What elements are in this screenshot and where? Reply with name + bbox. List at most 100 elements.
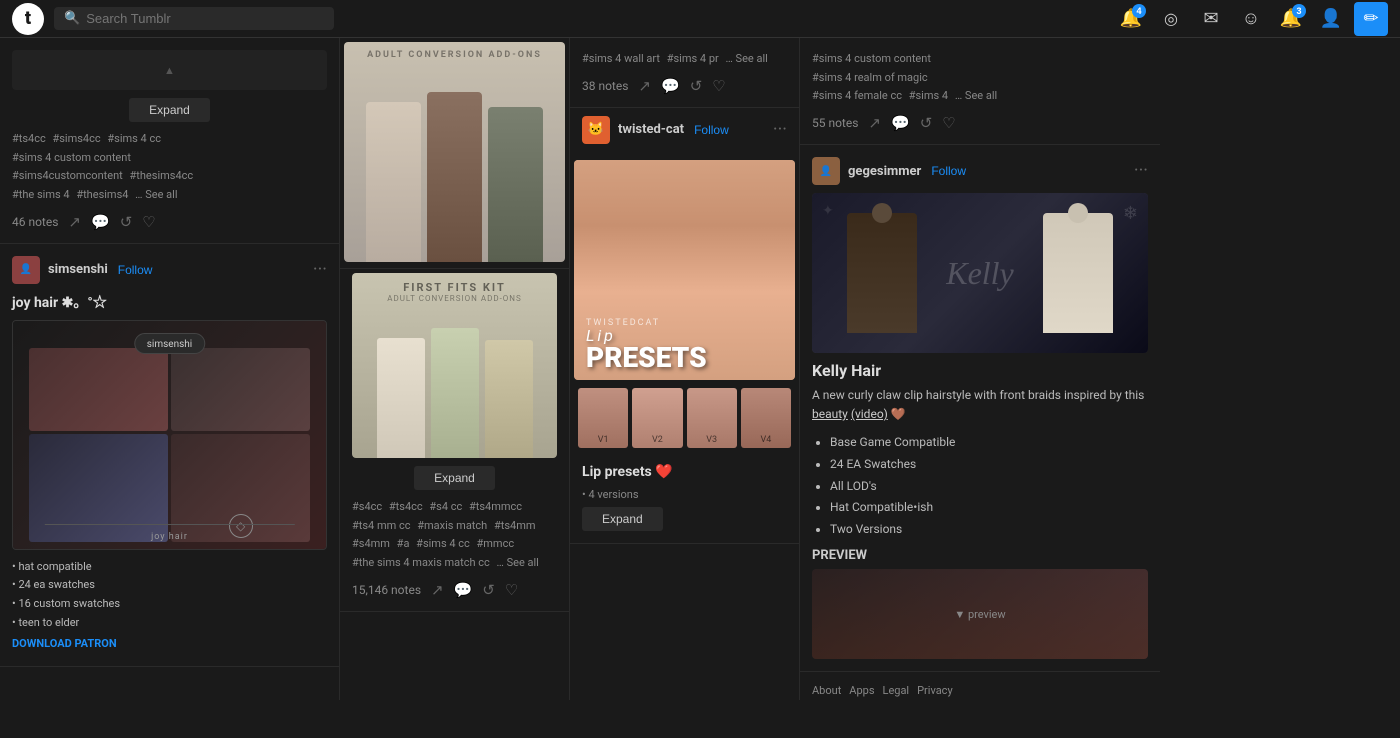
tag-ts4mmcc[interactable]: #ts4mmcc [469, 500, 522, 513]
share-icon-2[interactable]: ↗ [431, 581, 444, 599]
like-icon-2[interactable]: ♡ [505, 581, 518, 599]
apps-link[interactable]: Apps [849, 684, 874, 697]
joy-hair-info: • hat compatible • 24 ea swatches • 16 c… [12, 558, 327, 633]
preview-placeholder: ▼ preview [954, 608, 1005, 621]
twisted-cat-author[interactable]: twisted-cat [618, 122, 684, 137]
see-all-tags-1[interactable]: … See all [135, 188, 177, 201]
first-fits-label: FIRST FITS KIT ADULT CONVERSION ADD-ONS [352, 281, 557, 303]
video-link[interactable]: (video) [851, 407, 888, 421]
column-4: #sims 4 custom content #sims 4 realm of … [800, 38, 1160, 700]
tag-ts4cc[interactable]: #ts4cc [12, 132, 46, 145]
simsenshi-post: 👤 simsenshi Follow ··· joy hair ✱。°☆ sim… [0, 244, 339, 667]
tag-sims4cc[interactable]: #sims4cc [52, 132, 100, 145]
gegesimmer-post: 👤 gegesimmer Follow ··· Kelly [800, 145, 1160, 672]
notifications-badge: 4 [1132, 4, 1146, 18]
tag-wallart[interactable]: #sims 4 wall art [582, 52, 660, 65]
reblog-icon-col3[interactable]: ↺ [690, 77, 703, 95]
beauty-link[interactable]: beauty [812, 407, 848, 421]
tag-maxismatch[interactable]: #maxis match [417, 519, 487, 532]
tag-sims4pr[interactable]: #sims 4 pr [667, 52, 719, 65]
tag-a[interactable]: #a [397, 537, 410, 550]
radar-button[interactable]: ◎ [1154, 2, 1188, 36]
tag-sims4femalecc[interactable]: #sims 4 female cc [812, 89, 902, 102]
tag-ts4cc2[interactable]: #ts4cc [389, 500, 423, 513]
top-tags-text: #sims 4 wall art #sims 4 pr … See all [582, 50, 787, 69]
share-icon-col3[interactable]: ↗ [638, 77, 651, 95]
tag-ts4mmcc2[interactable]: #ts4 mm cc [352, 519, 411, 532]
notes-count-2: 15,146 notes [352, 583, 421, 597]
gegesimmer-follow[interactable]: Follow [931, 164, 966, 178]
comment-icon-col3[interactable]: 💬 [661, 77, 680, 95]
expand-button-3[interactable]: Expand [582, 507, 663, 531]
mail-icon: ✉ [1203, 8, 1218, 29]
legal-link[interactable]: Legal [883, 684, 910, 697]
tag-sims4customcontent2[interactable]: #sims4customcontent [12, 169, 123, 182]
tag-s4cc[interactable]: #s4cc [352, 500, 382, 513]
tag-sims4realmofmagic[interactable]: #sims 4 realm of magic [812, 71, 928, 84]
tag-sims4-col4[interactable]: #sims 4 [909, 89, 948, 102]
tag-sims4cc2[interactable]: #sims 4 cc [107, 132, 161, 145]
post-actions-col3-top: 38 notes ↗ 💬 ↺ ♡ [582, 77, 787, 95]
privacy-link[interactable]: Privacy [917, 684, 953, 697]
tag-s4cc2[interactable]: #s4 cc [429, 500, 462, 513]
simsenshi-follow-button[interactable]: Follow [118, 263, 153, 277]
gegesimmer-author[interactable]: gegesimmer [848, 164, 921, 179]
action-icons-1: ↗ 💬 ↺ ♡ [68, 213, 155, 231]
column-2: ADULT CONVERSION ADD-ONS FIRST FITS KIT … [340, 38, 570, 700]
post-actions-1: 46 notes ↗ 💬 ↺ ♡ [12, 213, 327, 231]
notes-col3-top: 38 notes [582, 79, 628, 93]
about-link[interactable]: About [812, 684, 841, 697]
lip-presets-title: Lip presets ❤️ [582, 464, 787, 480]
site-footer: About Apps Legal Privacy [800, 672, 1160, 700]
post-more-simsenshi[interactable]: ··· [313, 261, 327, 279]
tumblr-logo[interactable]: t [12, 3, 44, 35]
tag-thesims4cc[interactable]: #thesims4cc [130, 169, 194, 182]
simsenshi-avatar: 👤 [12, 256, 40, 284]
like-icon[interactable]: ♡ [142, 213, 155, 231]
share-icon-col4[interactable]: ↗ [868, 114, 881, 132]
download-section: DOWNLOAD PATRON [12, 637, 327, 650]
tag-s4mm[interactable]: #s4mm [352, 537, 390, 550]
notifications-button[interactable]: 🔔 4 [1114, 2, 1148, 36]
kelly-hair-desc: A new curly claw clip hairstyle with fro… [812, 386, 1148, 424]
lip-title-small: Lip [586, 328, 783, 344]
feature-two-versions: Two Versions [830, 519, 1148, 541]
comment-icon[interactable]: 💬 [91, 213, 110, 231]
reblog-icon-col4[interactable]: ↺ [920, 114, 933, 132]
compose-button[interactable]: ✏ [1354, 2, 1388, 36]
preview-label: PREVIEW [812, 548, 1148, 563]
first-fits-kit-image: FIRST FITS KIT ADULT CONVERSION ADD-ONS [352, 273, 557, 458]
twisted-cat-follow[interactable]: Follow [694, 123, 729, 137]
see-all-col4[interactable]: … See all [955, 89, 997, 102]
smiley-button[interactable]: ☺ [1234, 2, 1268, 36]
kelly-hair-title: Kelly Hair [812, 361, 1148, 380]
search-input[interactable] [86, 11, 324, 26]
tag-thesims4[interactable]: #the sims 4 [12, 188, 70, 201]
see-all-col3[interactable]: … See all [725, 52, 767, 65]
twisted-cat-more[interactable]: ··· [773, 121, 787, 139]
tag-sims4maxismatch[interactable]: #the sims 4 maxis match cc [352, 556, 490, 569]
like-icon-col3[interactable]: ♡ [712, 77, 725, 95]
simsenshi-author[interactable]: simsenshi [48, 262, 108, 277]
share-icon[interactable]: ↗ [68, 213, 81, 231]
expand-button-1[interactable]: Expand [129, 98, 210, 122]
tag-thesims42[interactable]: #thesims4 [76, 188, 128, 201]
notes-col4-top: 55 notes [812, 116, 858, 130]
reblog-icon-2[interactable]: ↺ [482, 581, 495, 599]
reblog-icon[interactable]: ↺ [120, 213, 133, 231]
comment-icon-2[interactable]: 💬 [454, 581, 473, 599]
gegesimmer-more[interactable]: ··· [1134, 162, 1148, 180]
tag-sims4cc-col4[interactable]: #sims 4 custom content [812, 52, 931, 65]
tag-sims4customcontent[interactable]: #sims 4 custom content [12, 151, 131, 164]
tag-mmcc[interactable]: #mmcc [477, 537, 515, 550]
comment-icon-col4[interactable]: 💬 [891, 114, 910, 132]
profile-button[interactable]: 👤 [1314, 2, 1348, 36]
like-icon-col4[interactable]: ♡ [942, 114, 955, 132]
post-actions-col4-top: 55 notes ↗ 💬 ↺ ♡ [812, 114, 1148, 132]
see-all-tags-2[interactable]: … See all [497, 556, 539, 569]
tag-sims4cc3[interactable]: #sims 4 cc [416, 537, 470, 550]
mail-button[interactable]: ✉ [1194, 2, 1228, 36]
expand-button-2[interactable]: Expand [414, 466, 495, 490]
bell2-button[interactable]: 🔔 3 [1274, 2, 1308, 36]
tag-ts4mm[interactable]: #ts4mm [494, 519, 536, 532]
